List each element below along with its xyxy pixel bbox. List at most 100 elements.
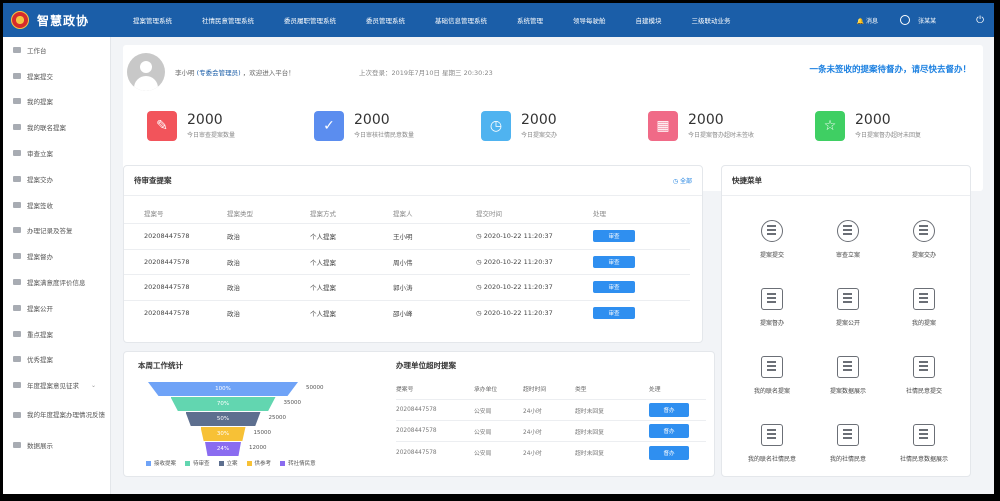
nav-item[interactable]: 提案管理系统	[133, 15, 172, 25]
review-button[interactable]: 审查	[593, 307, 635, 320]
quick-item[interactable]: 提案交办	[886, 220, 962, 280]
sidebar-item[interactable]: 我的联名提案	[3, 114, 110, 140]
table-row: 20208447578 政治 个人提案 王小明 ◷ 2020-10-22 11:20:…	[124, 224, 690, 250]
quick-menu-grid: 提案提交 审查立案 提案交办 提案督办 提案公开 我的提案 我的联名提案 提案数…	[722, 196, 970, 484]
sidebar-item[interactable]: 提案公开	[3, 295, 110, 321]
quick-item[interactable]: 社情民意数据展示	[886, 424, 962, 484]
sidebar: 工作台 提案提交 我的提案 我的联名提案 审查立案 提案交办 提案签收 办理记录…	[3, 37, 111, 494]
supervise-button[interactable]: 督办	[649, 445, 689, 460]
clock-icon: ◷	[476, 232, 484, 241]
sidebar-item[interactable]: 年度提案意见征求 ⌄	[3, 372, 110, 398]
sidebar-item[interactable]: 提案签收	[3, 192, 110, 218]
sidebar-item[interactable]: 工作台	[3, 37, 110, 63]
clock-icon: ◷	[476, 309, 484, 318]
chevron-down-icon: ⌄	[90, 381, 96, 389]
legend-item: 供参考	[246, 459, 271, 467]
menu-icon	[13, 442, 21, 449]
sidebar-item[interactable]: 办理记录及答复	[3, 218, 110, 244]
table-row: 20208447578 公安局 24小时 超时未回复 督办	[396, 442, 706, 463]
stats-row: ✎ 2000 今日审查提案数量 ✓ 2000 今日审核社情民意数量 ◷ 2000 今日…	[147, 111, 982, 141]
quick-item[interactable]: 我的提案	[886, 288, 962, 348]
table-row: 20208447578 公安局 24小时 超时未回复 督办	[396, 400, 706, 421]
dollar-doc-icon	[837, 356, 859, 378]
nav-item[interactable]: 系统管理	[517, 15, 543, 25]
user-name: 张某某	[918, 17, 937, 25]
sidebar-item[interactable]: 优秀提案	[3, 347, 110, 373]
quick-item[interactable]: 提案督办	[734, 288, 810, 348]
stat-card[interactable]: ☆ 2000 今日提案督办超时未回复	[815, 111, 982, 141]
menu-icon	[13, 304, 21, 311]
menu-icon	[13, 330, 21, 337]
bulb-icon	[837, 220, 859, 242]
sidebar-item[interactable]: 提案督办	[3, 243, 110, 269]
menu-icon	[13, 253, 21, 260]
table-header: 提案号 承办单位 超时时间 类型 处理	[396, 378, 706, 400]
power-icon[interactable]: ⏻	[976, 15, 984, 26]
legend-item: 转社情民意	[280, 459, 316, 467]
nav-item[interactable]: 三级联动业务	[692, 15, 731, 25]
overtime-title: 办理单位超时提案	[396, 361, 456, 370]
quick-item[interactable]: 提案数据展示	[810, 356, 886, 416]
clipboard-icon	[913, 424, 935, 446]
nav-item[interactable]: 基础信息管理系统	[435, 15, 487, 25]
user-icon	[761, 220, 783, 242]
menu-icon	[13, 412, 21, 419]
nav-item[interactable]: 委员履职管理系统	[284, 15, 336, 25]
supervise-button[interactable]: 督办	[649, 424, 689, 438]
clipboard-icon	[837, 424, 859, 446]
quick-item[interactable]: 提案公开	[810, 288, 886, 348]
funnel-segment: 100%	[148, 382, 298, 396]
menu-icon	[13, 382, 21, 389]
sidebar-item[interactable]: 审查立案	[3, 140, 110, 166]
nav-item[interactable]: 社情民意管理系统	[202, 15, 254, 25]
card-title: 本周工作统计	[138, 361, 183, 370]
messages-button[interactable]: 🔔 消息	[857, 16, 878, 25]
money-hand-icon	[913, 220, 935, 242]
quick-item[interactable]: 我的联名提案	[734, 356, 810, 416]
portrait-icon	[761, 288, 783, 310]
sidebar-item[interactable]: 我的年度提案办理情况反馈	[3, 398, 110, 432]
quick-item[interactable]: 社情民意提交	[886, 356, 962, 416]
review-button[interactable]: 审查	[593, 281, 635, 294]
view-all-link[interactable]: ◷ 全部	[673, 176, 692, 185]
doc-edit-icon	[837, 288, 859, 310]
table-row: 20208447578 政治 个人提案 邵小峰 ◷ 2020-10-22 11:20:…	[124, 301, 690, 327]
quick-item[interactable]: 审查立案	[810, 220, 886, 280]
menu-icon	[13, 46, 21, 53]
quick-item[interactable]: 提案提交	[734, 220, 810, 280]
welcome-text: 李小明 (专委会管理员) ，欢迎进入平台！	[175, 69, 295, 77]
quick-item[interactable]: 我的联名社情民意	[734, 424, 810, 484]
clock-icon: ◷	[476, 283, 484, 292]
brand-title: 智慧政协	[37, 13, 90, 28]
quick-item[interactable]: 我的社情民意	[810, 424, 886, 484]
sidebar-item[interactable]: 提案交办	[3, 166, 110, 192]
user-menu[interactable]: 张某某	[900, 15, 936, 25]
top-nav-bar: 智慧政协 提案管理系统 社情民意管理系统 委员履职管理系统 委员管理系统 基础信…	[3, 3, 994, 37]
nav-item[interactable]: 委员管理系统	[366, 15, 405, 25]
stat-card[interactable]: ▦ 2000 今日提案督办超时未签收	[648, 111, 815, 141]
sidebar-item[interactable]: 数据展示	[3, 432, 110, 458]
review-button[interactable]: 审查	[593, 255, 635, 268]
nav-right: 🔔 消息 张某某 ⏻	[857, 15, 994, 26]
nav-item[interactable]: 自建模块	[636, 15, 662, 25]
supervise-notice[interactable]: 一条未签收的提案待督办，请尽快去督办！	[809, 63, 971, 75]
funnel-value-label: 15000	[253, 430, 272, 436]
menu-icon	[13, 279, 21, 286]
review-button[interactable]: 审查	[593, 230, 635, 243]
nav-item[interactable]: 领导每驶舱	[573, 15, 606, 25]
doc-icon	[913, 288, 935, 310]
sidebar-item[interactable]: 提案满意度评价信息	[3, 269, 110, 295]
funnel-value-label: 35000	[283, 400, 302, 406]
sidebar-item[interactable]: 提案提交	[3, 63, 110, 89]
overtime-table: 提案号 承办单位 超时时间 类型 处理 20208447578 公安局 24小时 超时…	[396, 378, 706, 463]
funnel-value-label: 12000	[249, 445, 267, 451]
legend-item: 立案	[218, 459, 238, 467]
supervise-button[interactable]: 督办	[649, 403, 689, 417]
sidebar-item[interactable]: 我的提案	[3, 89, 110, 115]
funnel-segment: 50%	[185, 412, 261, 426]
stat-card[interactable]: ✓ 2000 今日审核社情民意数量	[314, 111, 481, 141]
card-title: 待审查提案	[134, 176, 172, 185]
sidebar-item[interactable]: 重点提案	[3, 321, 110, 347]
stat-card[interactable]: ◷ 2000 今日提案交办	[481, 111, 648, 141]
stat-card[interactable]: ✎ 2000 今日审查提案数量	[147, 111, 314, 141]
